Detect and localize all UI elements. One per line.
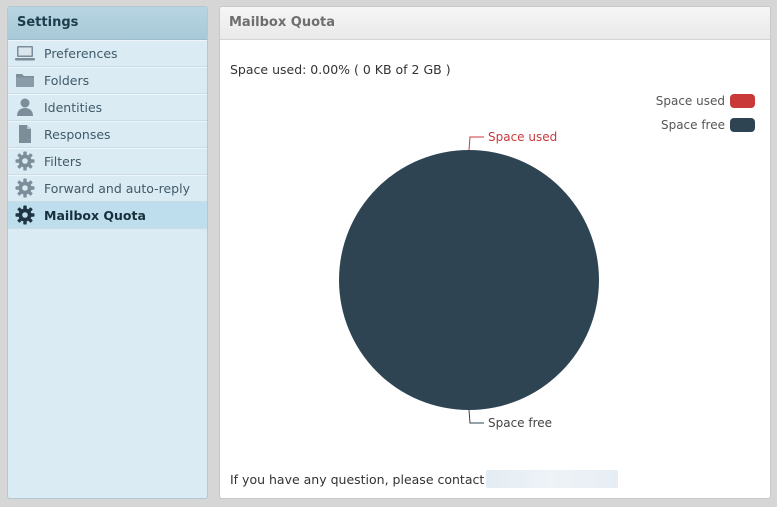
slice-label: Space used — [488, 130, 557, 144]
sidebar-item-preferences[interactable]: Preferences — [8, 40, 207, 67]
sidebar-item-label: Folders — [44, 72, 90, 88]
sidebar-item-label: Filters — [44, 153, 82, 169]
sidebar-item-forward-auto-reply[interactable]: Forward and auto-reply — [8, 175, 207, 202]
person-icon — [15, 97, 35, 117]
settings-sidebar: Settings Preferences Folders Identities … — [7, 6, 208, 499]
contact-email-link[interactable] — [486, 470, 619, 488]
sidebar-item-label: Responses — [44, 126, 111, 142]
sidebar-item-label: Identities — [44, 99, 103, 115]
document-icon — [15, 124, 35, 144]
legend-item-space-free[interactable]: Space free — [656, 117, 755, 133]
gear-icon — [15, 205, 35, 225]
slice-leader-line — [468, 136, 484, 151]
sidebar-item-label: Mailbox Quota — [44, 207, 146, 223]
slice-label: Space free — [488, 416, 552, 430]
gear-icon — [15, 151, 35, 171]
sidebar-item-mailbox-quota[interactable]: Mailbox Quota — [8, 202, 207, 229]
sidebar-item-label: Preferences — [44, 45, 118, 61]
monitor-icon — [15, 43, 35, 63]
sidebar-item-identities[interactable]: Identities — [8, 94, 207, 121]
sidebar-item-responses[interactable]: Responses — [8, 121, 207, 148]
sidebar-title: Settings — [8, 7, 207, 40]
legend-item-space-used[interactable]: Space used — [656, 93, 755, 109]
gear-icon — [15, 178, 35, 198]
legend-swatch-space-used — [730, 94, 755, 108]
sidebar-item-folders[interactable]: Folders — [8, 67, 207, 94]
contact-footer: If you have any question, please contact — [230, 470, 619, 488]
folder-icon — [15, 70, 35, 90]
space-used-summary: Space used: 0.00% ( 0 KB of 2 GB ) — [230, 62, 451, 77]
legend-swatch-space-free — [730, 118, 755, 132]
slice-leader-line — [468, 409, 484, 424]
legend-label: Space used — [655, 94, 725, 108]
mailbox-quota-panel: Mailbox Quota Space used: 0.00% ( 0 KB o… — [219, 6, 771, 499]
sidebar-list: Preferences Folders Identities Responses… — [8, 40, 207, 229]
legend-label: Space free — [660, 118, 725, 132]
sidebar-item-filters[interactable]: Filters — [8, 148, 207, 175]
settings-app: Settings Preferences Folders Identities … — [0, 0, 777, 507]
page-title: Mailbox Quota — [220, 7, 770, 40]
pie-chart-svg: Space used Space free — [339, 130, 599, 430]
pie-slice-space-free[interactable] — [339, 150, 599, 410]
sidebar-item-label: Forward and auto-reply — [44, 180, 190, 196]
chart-legend: Space used Space free — [656, 93, 755, 141]
contact-text: If you have any question, please contact — [230, 471, 485, 487]
quota-pie-chart: Space used Space free — [310, 112, 670, 452]
